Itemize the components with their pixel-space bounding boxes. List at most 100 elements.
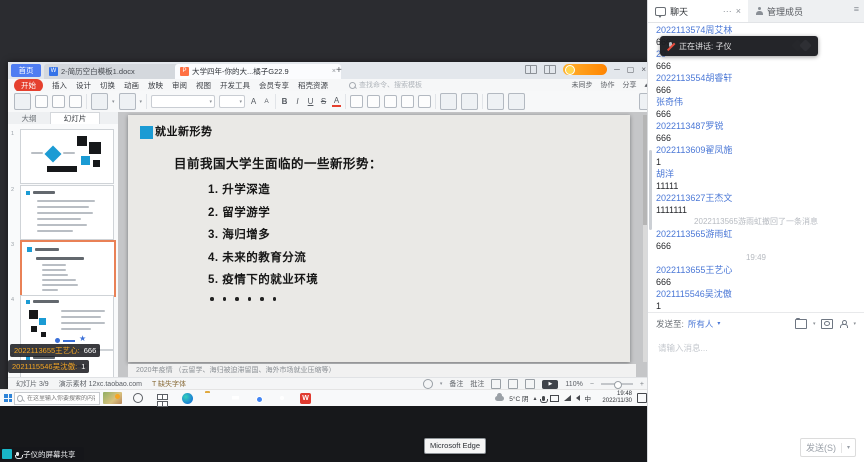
sorter-view-icon[interactable]: [508, 379, 518, 389]
send-button[interactable]: 发送(S) ▾: [800, 438, 856, 457]
slide-thumbnail-3-selected[interactable]: [20, 240, 116, 297]
chat-more-icon[interactable]: ···: [723, 6, 732, 16]
slide-list-item[interactable]: 3. 海归增多: [208, 226, 318, 249]
slide-thumbnail-2[interactable]: [20, 185, 114, 240]
screen-share-banner[interactable]: 子仪的屏幕共享: [0, 447, 84, 461]
chat-sender[interactable]: 2021115546吴沈傲: [656, 288, 864, 300]
shrink-font-button[interactable]: A: [262, 98, 271, 105]
slideshow-play-button[interactable]: ▶: [542, 380, 558, 389]
split-view-icon[interactable]: [525, 65, 537, 74]
slide-list-item[interactable]: 1. 升学深造: [208, 181, 318, 204]
start-button[interactable]: [4, 394, 12, 402]
slide-thumbnail-1[interactable]: [20, 129, 114, 184]
cut-icon[interactable]: [35, 95, 48, 108]
tab-outline[interactable]: 大纲: [8, 113, 50, 124]
layout-view-icon[interactable]: [544, 65, 556, 74]
tab-chat[interactable]: 聊天 ··· ×: [648, 0, 748, 22]
comments-toggle[interactable]: 批注: [470, 379, 484, 389]
mention-member-icon[interactable]: [839, 320, 847, 328]
chevron-down-icon[interactable]: ▾: [853, 321, 856, 327]
missing-font-warning[interactable]: T 缺失字体: [152, 379, 186, 389]
wps-member-badge[interactable]: [563, 64, 607, 75]
send-file-icon[interactable]: [795, 319, 807, 329]
current-slide[interactable]: 就业新形势 目前我国大学生面临的一些新形势： 1. 升学深造2. 留学游学3. …: [128, 115, 630, 362]
taskbar-search[interactable]: [14, 392, 100, 405]
wps-home-tab[interactable]: 首页: [11, 64, 41, 77]
paste-icon[interactable]: [14, 93, 31, 110]
close-button[interactable]: ×: [641, 65, 646, 74]
hidden-icons-chevron[interactable]: ▴: [533, 395, 536, 402]
doc-tab-presentation[interactable]: P 大学四年-你的大...橘子G22.9 ×: [175, 64, 341, 79]
doc-tab-resume[interactable]: W 2-简历空白模板1.docx: [44, 64, 182, 79]
tray-weather[interactable]: 5°C 阴: [509, 393, 528, 403]
chat-sender[interactable]: 2022113574周艾林: [656, 24, 864, 36]
edge-icon[interactable]: [182, 393, 193, 404]
layout-icon[interactable]: [119, 93, 136, 110]
tray-mic-icon[interactable]: [542, 396, 545, 401]
zoom-slider[interactable]: [601, 383, 633, 385]
align-left-icon[interactable]: [384, 95, 397, 108]
material-watermark[interactable]: 演示素材 12xc.taobao.com: [59, 379, 142, 389]
wps-taskbar-icon[interactable]: W: [300, 393, 311, 404]
italic-button[interactable]: I: [293, 97, 302, 106]
send-to-value[interactable]: 所有人: [688, 318, 714, 330]
slide-list-item[interactable]: 2. 留学游学: [208, 204, 318, 227]
taskbar-search-input[interactable]: [25, 395, 97, 403]
font-select[interactable]: ▾: [151, 95, 215, 108]
zoom-out-button[interactable]: −: [590, 381, 594, 388]
chat-scrollbar[interactable]: [649, 150, 652, 230]
quick-action[interactable]: 协作: [600, 80, 614, 90]
strikethrough-button[interactable]: S: [319, 97, 328, 106]
chat-sender[interactable]: 2022113627王杰文: [656, 192, 864, 204]
chat-sender[interactable]: 2022113609翟凤施: [656, 144, 864, 156]
tab-slides[interactable]: 幻灯片: [50, 112, 100, 125]
font-color-button[interactable]: A: [332, 96, 341, 107]
tray-display-icon[interactable]: [550, 395, 559, 402]
taskbar-clock[interactable]: 19:48 2022/11/30: [596, 391, 632, 405]
send-options-caret[interactable]: ▾: [847, 444, 850, 451]
chat-sender[interactable]: 胡洋: [656, 168, 864, 180]
chat-message-input[interactable]: [656, 342, 860, 354]
chat-sender[interactable]: 2022113655王艺心: [656, 264, 864, 276]
shape-fill-icon[interactable]: [487, 93, 504, 110]
quick-action[interactable]: 未同步: [571, 80, 592, 90]
reading-view-icon[interactable]: [525, 379, 535, 389]
beautify-icon[interactable]: [423, 379, 433, 389]
volume-icon[interactable]: [576, 395, 580, 401]
chat-sender[interactable]: 2022113565游雨虹: [656, 228, 864, 240]
text-direction-icon[interactable]: [440, 93, 457, 110]
action-center-icon[interactable]: [637, 393, 647, 403]
panel-menu-icon[interactable]: ≡: [854, 0, 864, 22]
shape-outline-icon[interactable]: [508, 93, 525, 110]
notes-toggle[interactable]: 备注: [449, 379, 463, 389]
minimize-button[interactable]: ─: [614, 65, 620, 74]
chevron-down-icon[interactable]: ▾: [717, 320, 720, 327]
line-spacing-icon[interactable]: [418, 95, 431, 108]
underline-button[interactable]: U: [306, 97, 315, 106]
screenshot-icon[interactable]: [821, 319, 833, 329]
chat-sender[interactable]: 2022113554胡睿轩: [656, 72, 864, 84]
grow-font-button[interactable]: A: [249, 97, 258, 106]
bold-button[interactable]: B: [280, 97, 289, 106]
slide-list-item[interactable]: 5. 疫情下的就业环境: [208, 271, 318, 294]
chevron-down-icon[interactable]: ▾: [813, 321, 816, 327]
task-view-icon[interactable]: [157, 393, 168, 405]
new-slide-icon[interactable]: [91, 93, 108, 110]
chat-sender[interactable]: 2022113487罗锐: [656, 120, 864, 132]
zoom-in-button[interactable]: +: [640, 381, 644, 388]
numbering-icon[interactable]: [367, 95, 380, 108]
maximize-button[interactable]: ▢: [627, 65, 635, 74]
bullets-icon[interactable]: [350, 95, 363, 108]
slide-thumbnail-4[interactable]: ★: [20, 295, 114, 350]
ribbon-search[interactable]: 查找命令、搜索模板: [349, 80, 422, 90]
format-painter-icon[interactable]: [69, 95, 82, 108]
ime-indicator[interactable]: 中: [585, 393, 592, 403]
slide-notes[interactable]: 2020年疫情 （云留学、海归被迫滞留国、海外市场就业压缩等）: [128, 364, 636, 377]
tab-members[interactable]: 管理成员: [748, 0, 810, 22]
font-size-select[interactable]: ▾: [219, 95, 245, 108]
align-center-icon[interactable]: [401, 95, 414, 108]
copy-icon[interactable]: [52, 95, 65, 108]
news-weather-widget[interactable]: [103, 392, 122, 404]
insert-textbox-icon[interactable]: [461, 93, 478, 110]
quick-action[interactable]: 分享: [622, 80, 636, 90]
